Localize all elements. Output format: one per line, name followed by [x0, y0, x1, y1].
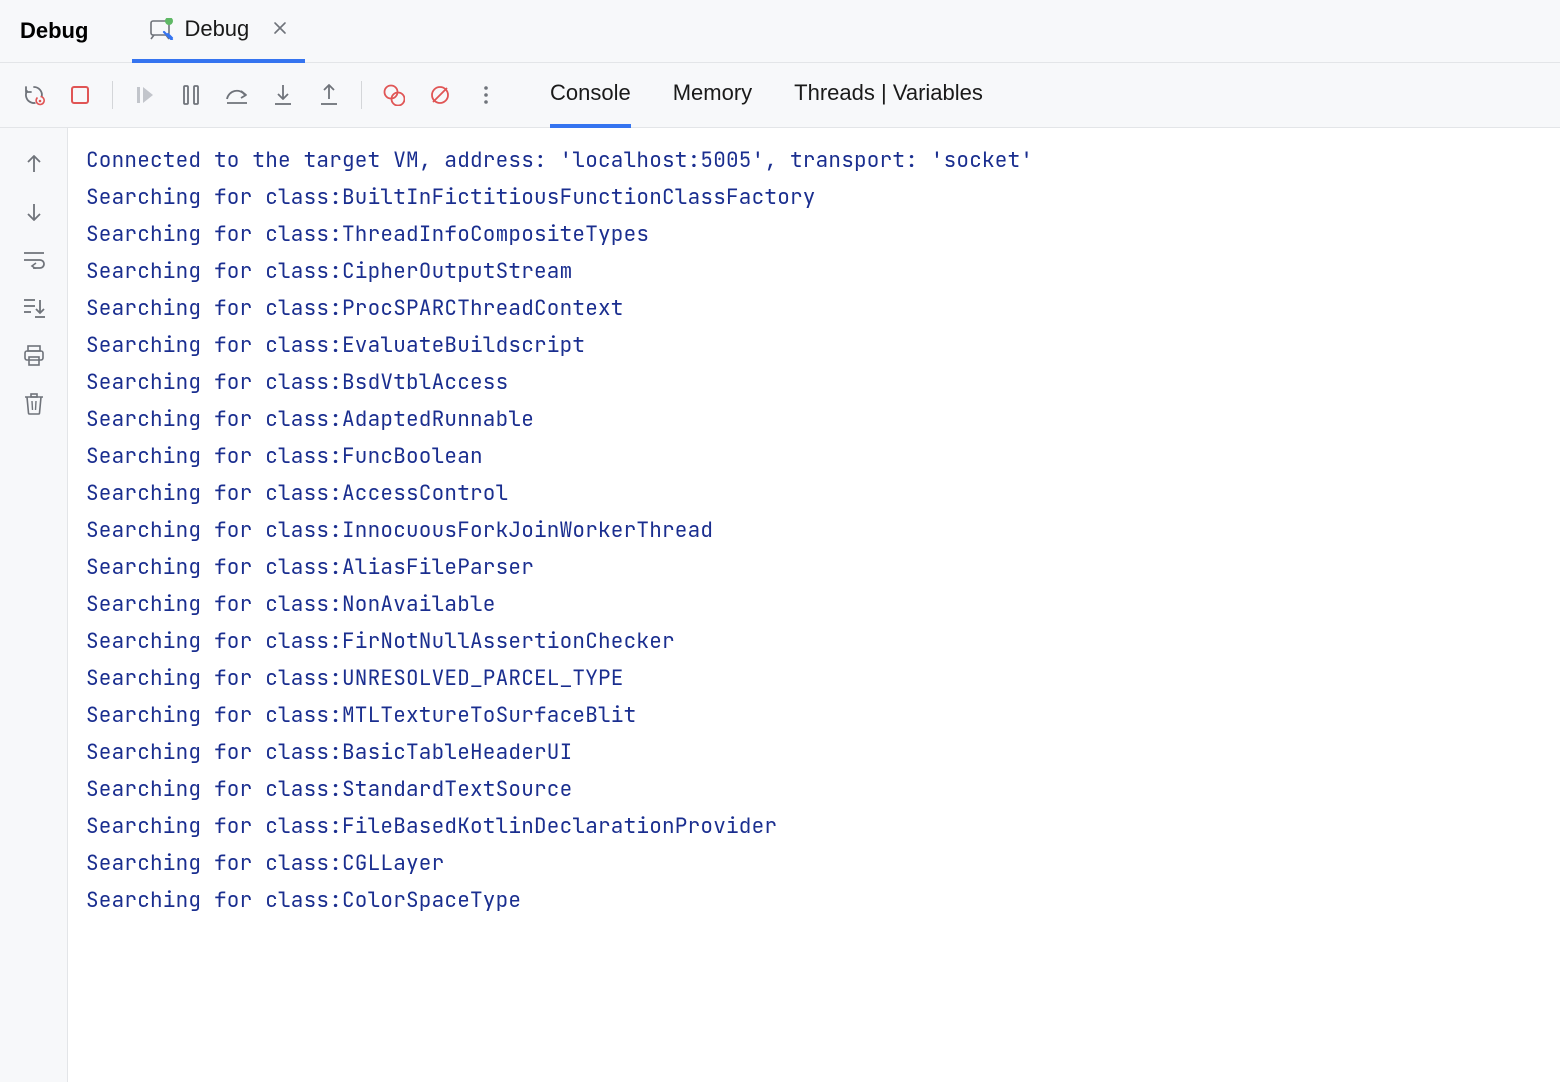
console-line: Searching for class:StandardTextSource [86, 771, 1542, 808]
resume-button[interactable] [133, 83, 157, 107]
step-out-button[interactable] [317, 83, 341, 107]
mute-breakpoints-button[interactable] [428, 83, 452, 107]
console-line: Connected to the target VM, address: 'lo… [86, 142, 1542, 179]
soft-wrap-icon[interactable] [22, 248, 46, 272]
run-config-tab-label: Debug [184, 16, 249, 42]
console-line: Searching for class:CGLLayer [86, 845, 1542, 882]
step-over-button[interactable] [225, 83, 249, 107]
console-output[interactable]: Connected to the target VM, address: 'lo… [68, 128, 1560, 1082]
trash-icon[interactable] [22, 392, 46, 416]
console-line: Searching for class:EvaluateBuildscript [86, 327, 1542, 364]
down-stack-icon[interactable] [22, 200, 46, 224]
tab-memory[interactable]: Memory [673, 63, 752, 128]
close-icon[interactable] [273, 19, 287, 40]
print-icon[interactable] [22, 344, 46, 368]
console-line: Searching for class:BsdVtblAccess [86, 364, 1542, 401]
pause-button[interactable] [179, 83, 203, 107]
console-line: Searching for class:InnocuousForkJoinWor… [86, 512, 1542, 549]
debug-view-tabs: Console Memory Threads | Variables [550, 63, 983, 128]
run-config-tab[interactable]: Debug [132, 0, 305, 63]
console-line: Searching for class:MTLTextureToSurfaceB… [86, 697, 1542, 734]
tool-window-header: Debug Debug [0, 0, 1560, 63]
debug-toolbar: Console Memory Threads | Variables [0, 63, 1560, 128]
tab-threads-variables[interactable]: Threads | Variables [794, 63, 983, 128]
console-line: Searching for class:BasicTableHeaderUI [86, 734, 1542, 771]
tab-console[interactable]: Console [550, 63, 631, 128]
scroll-to-end-icon[interactable] [22, 296, 46, 320]
rerun-button[interactable] [22, 83, 46, 107]
tool-window-title: Debug [20, 18, 88, 44]
console-line: Searching for class:NonAvailable [86, 586, 1542, 623]
console-line: Searching for class:FuncBoolean [86, 438, 1542, 475]
up-stack-icon[interactable] [22, 152, 46, 176]
console-line: Searching for class:ColorSpaceType [86, 882, 1542, 919]
console-line: Searching for class:ThreadInfoCompositeT… [86, 216, 1542, 253]
console-line: Searching for class:UNRESOLVED_PARCEL_TY… [86, 660, 1542, 697]
console-line: Searching for class:AccessControl [86, 475, 1542, 512]
console-line: Searching for class:ProcSPARCThreadConte… [86, 290, 1542, 327]
toolbar-divider [112, 81, 113, 109]
more-actions-button[interactable] [474, 83, 498, 107]
view-breakpoints-button[interactable] [382, 83, 406, 107]
stop-button[interactable] [68, 83, 92, 107]
console-side-toolbar [0, 128, 68, 1082]
console-line: Searching for class:AdaptedRunnable [86, 401, 1542, 438]
console-line: Searching for class:BuiltInFictitiousFun… [86, 179, 1542, 216]
step-into-button[interactable] [271, 83, 295, 107]
console-line: Searching for class:FileBasedKotlinDecla… [86, 808, 1542, 845]
console-line: Searching for class:AliasFileParser [86, 549, 1542, 586]
toolbar-divider [361, 81, 362, 109]
console-line: Searching for class:FirNotNullAssertionC… [86, 623, 1542, 660]
console-line: Searching for class:CipherOutputStream [86, 253, 1542, 290]
debug-config-icon [150, 18, 174, 40]
